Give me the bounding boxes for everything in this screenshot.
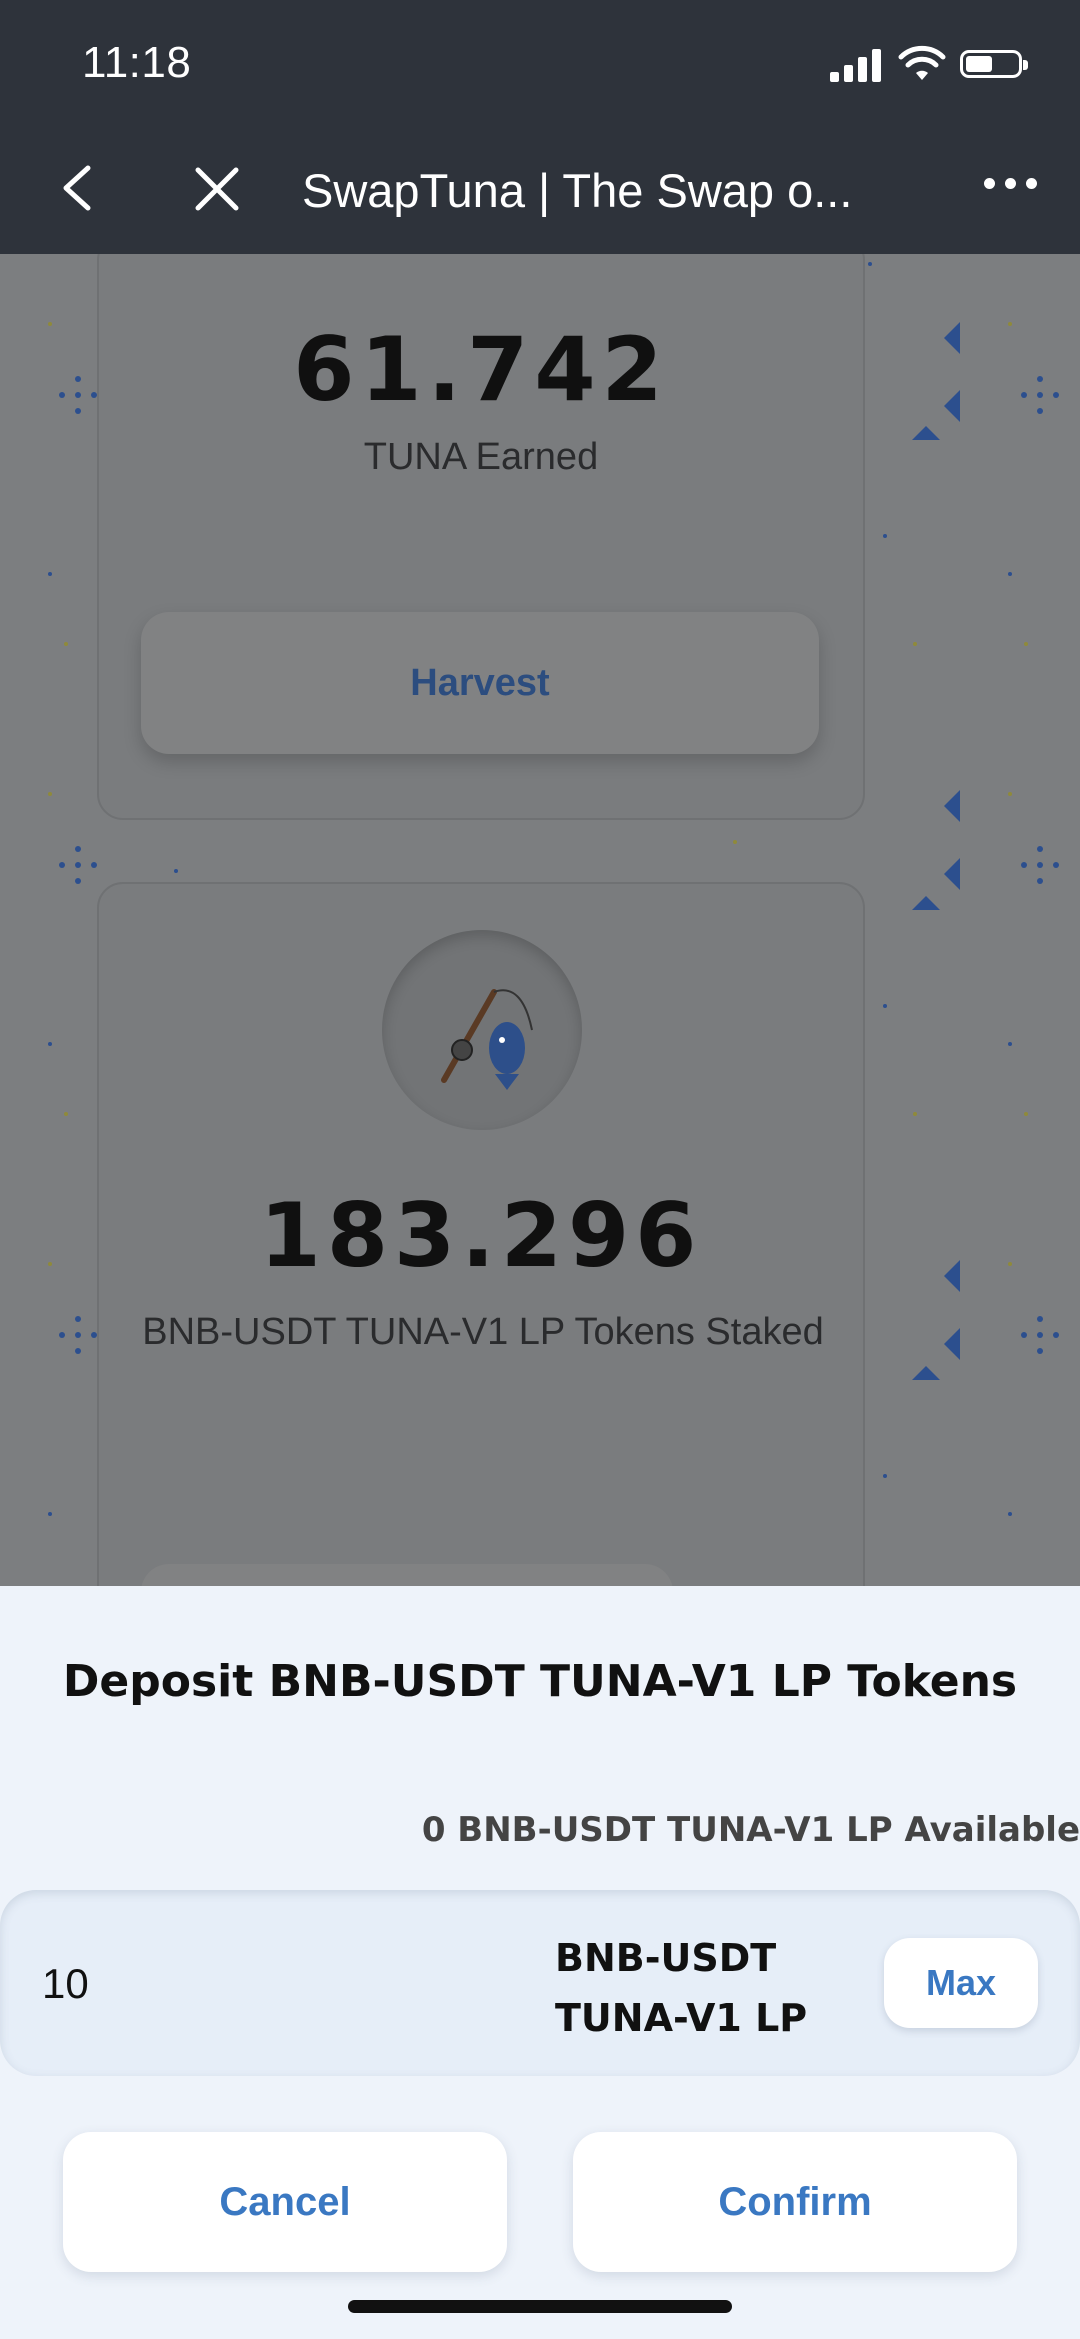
battery-icon <box>960 50 1028 78</box>
available-balance: 0 BNB-USDT TUNA-V1 LP Available <box>421 1810 1080 1850</box>
top-bar: 11:18 SwapTuna | The Swap o... <box>0 0 1080 254</box>
confirm-button[interactable]: Confirm <box>573 2132 1017 2272</box>
amount-input[interactable] <box>40 1940 444 2028</box>
status-icons <box>830 44 1040 84</box>
page-background: 61.742 TUNA Earned Harvest 183.296 BNB-U… <box>0 254 1080 1586</box>
max-button[interactable]: Max <box>884 1938 1038 2028</box>
staked-label: BNB-USDT TUNA-V1 LP Tokens Staked <box>142 1311 824 1353</box>
more-options-icon[interactable] <box>984 178 1038 192</box>
fishing-rod-fish-icon <box>382 930 582 1130</box>
cellular-signal-icon <box>830 48 884 82</box>
staked-card: 183.296 BNB-USDT TUNA-V1 LP Tokens Stake… <box>97 882 865 1586</box>
stake-action-button <box>141 1564 673 1586</box>
deposit-sheet: Deposit BNB-USDT TUNA-V1 LP Tokens 0 BNB… <box>0 1586 1080 2339</box>
earned-card: 61.742 TUNA Earned Harvest <box>97 254 865 820</box>
wifi-icon <box>898 45 946 80</box>
earned-value: 61.742 <box>293 318 669 421</box>
token-label-line2: TUNA-V1 LP <box>555 1996 808 2040</box>
cancel-button[interactable]: Cancel <box>63 2132 507 2272</box>
token-label: BNB-USDT TUNA-V1 LP <box>555 1928 807 2048</box>
back-arrow-icon[interactable] <box>58 164 98 212</box>
deposit-title: Deposit BNB-USDT TUNA-V1 LP Tokens <box>62 1656 1018 1707</box>
staked-value: 183.296 <box>259 1184 703 1287</box>
status-time: 11:18 <box>82 38 192 87</box>
home-indicator[interactable] <box>348 2300 732 2313</box>
page-title: SwapTuna | The Swap o... <box>302 164 853 217</box>
earned-label: TUNA Earned <box>363 436 599 478</box>
amount-panel: BNB-USDT TUNA-V1 LP Max <box>0 1890 1080 2076</box>
close-icon[interactable] <box>192 164 242 214</box>
harvest-button[interactable]: Harvest <box>141 612 819 754</box>
token-label-line1: BNB-USDT <box>555 1936 777 1980</box>
